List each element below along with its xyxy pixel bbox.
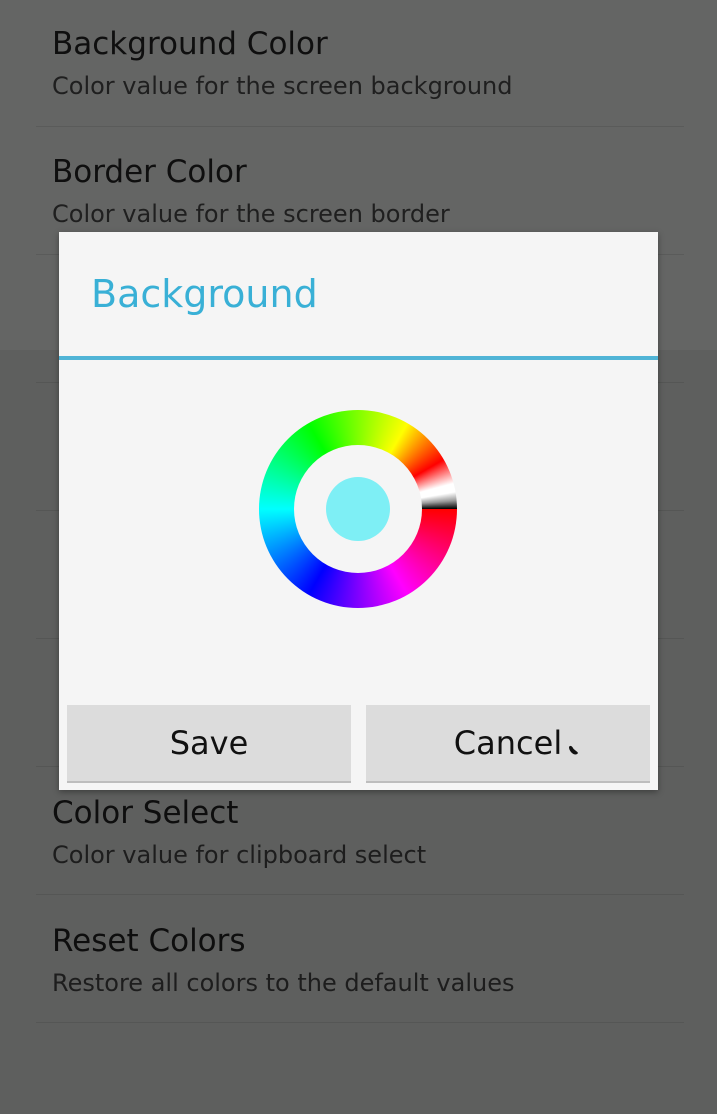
- selected-color-preview[interactable]: [326, 477, 390, 541]
- cancel-button[interactable]: Cancel: [366, 705, 650, 783]
- touch-pointer-icon: [569, 745, 578, 755]
- color-picker-dialog: Background Save Cancel: [59, 232, 658, 790]
- dialog-title-divider: [59, 356, 658, 360]
- dialog-title: Background: [91, 272, 318, 316]
- color-wheel[interactable]: [259, 410, 457, 608]
- save-button[interactable]: Save: [67, 705, 351, 783]
